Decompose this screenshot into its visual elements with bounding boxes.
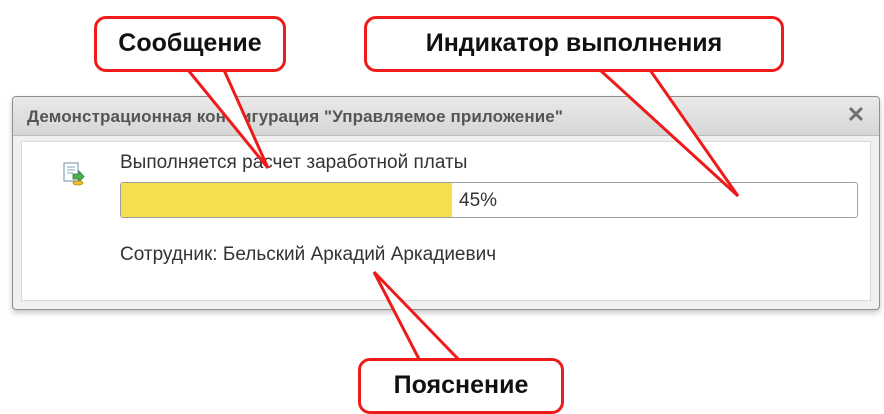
progress-message: Выполняется расчет заработной платы	[120, 152, 468, 173]
progress-percent: 45%	[459, 190, 498, 211]
progress-explanation: Сотрудник: Бельский Аркадий Аркадиевич	[120, 244, 497, 265]
progress-dialog: Демонстрационная конфигурация "Управляем…	[12, 96, 880, 310]
annotated-screenshot: Демонстрационная конфигурация "Управляем…	[0, 0, 884, 414]
dialog-titlebar: Демонстрационная конфигурация "Управляем…	[13, 97, 879, 136]
callout-indicator: Индикатор выполнения	[364, 16, 784, 72]
callout-explanation: Пояснение	[358, 358, 564, 414]
calculation-document-icon	[63, 162, 85, 186]
callout-message: Сообщение	[94, 16, 286, 72]
dialog-title: Демонстрационная конфигурация "Управляем…	[27, 107, 563, 126]
progress-bar: 45%	[120, 182, 858, 218]
close-icon[interactable]: ✕	[845, 104, 867, 126]
progress-fill	[121, 183, 453, 217]
dialog-content: Выполняется расчет заработной платы 45% …	[21, 141, 871, 301]
